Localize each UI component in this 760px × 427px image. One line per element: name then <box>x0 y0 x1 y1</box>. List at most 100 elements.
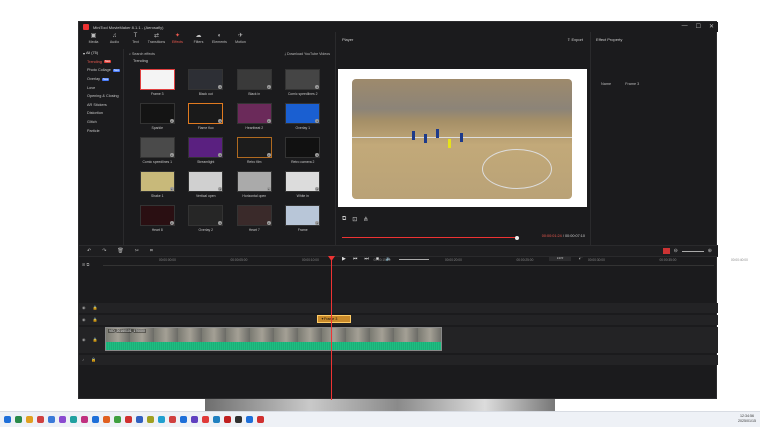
export-button[interactable]: ⇪ Export <box>567 37 583 42</box>
crop-tool-icon[interactable]: ⌗ <box>150 248 153 254</box>
playhead[interactable] <box>331 258 332 400</box>
effect-item[interactable]: + Flame fluo <box>182 103 231 136</box>
close-icon[interactable]: ✕ <box>709 23 714 30</box>
track-eye-icon[interactable]: ◉ <box>82 317 86 322</box>
taskbar-app-icon[interactable] <box>224 416 231 423</box>
effect-item[interactable]: + Black out <box>182 69 231 102</box>
category-trending[interactable]: Trending New <box>79 58 123 67</box>
effect-item[interactable]: + Comic speedlines 2 <box>279 69 328 102</box>
add-effect-icon[interactable]: + <box>169 153 174 157</box>
category-particle[interactable]: Particle <box>79 126 123 135</box>
toolbar-motion[interactable]: ✈ Motion <box>230 32 251 49</box>
category-ar-stickers[interactable]: AR Stickers <box>79 101 123 110</box>
toolbar-transitions[interactable]: ⇄ Transitions <box>146 32 167 49</box>
add-effect-icon[interactable]: + <box>266 221 271 225</box>
taskbar-app-icon[interactable] <box>213 416 220 423</box>
minimize-icon[interactable]: — <box>682 23 688 30</box>
effect-item[interactable]: + Streamlight <box>182 137 231 170</box>
category-opening-closing[interactable]: Opening & Closing <box>79 92 123 101</box>
add-effect-icon[interactable]: + <box>218 119 223 123</box>
undo-icon[interactable]: ↶ <box>87 248 91 254</box>
track-lock-icon[interactable]: 🔒 <box>93 317 98 322</box>
toolbar-text[interactable]: T Text <box>125 32 146 49</box>
track-add-icon[interactable]: ⊞ ⧉ <box>82 262 89 267</box>
add-effect-icon[interactable]: + <box>315 187 320 191</box>
effect-item[interactable]: + Overlay 2 <box>182 205 231 238</box>
add-effect-icon[interactable]: + <box>315 85 320 89</box>
effect-item[interactable]: + Heart 7 <box>230 205 279 238</box>
toolbar-audio[interactable]: ♫ Audio <box>104 32 125 49</box>
effect-item[interactable]: + Horizontal open <box>230 171 279 204</box>
playback-progress[interactable] <box>342 235 519 240</box>
taskbar-app-icon[interactable] <box>257 416 264 423</box>
toolbar-elements[interactable]: ◐ Elements <box>209 32 230 49</box>
add-effect-icon[interactable]: + <box>266 153 271 157</box>
effect-item[interactable]: + Black in <box>230 69 279 102</box>
effect-item[interactable]: + Heart 8 <box>133 205 182 238</box>
taskbar-app-icon[interactable] <box>246 416 253 423</box>
maximize-icon[interactable]: ☐ <box>696 23 701 30</box>
taskbar-app-icon[interactable] <box>92 416 99 423</box>
taskbar-app-icon[interactable] <box>202 416 209 423</box>
taskbar-app-icon[interactable] <box>125 416 132 423</box>
track-lock-icon[interactable]: 🔒 <box>93 337 98 342</box>
taskbar-app-icon[interactable] <box>191 416 198 423</box>
zoom-in-icon[interactable]: ⊕ <box>708 248 712 254</box>
taskbar-app-icon[interactable] <box>37 416 44 423</box>
track-eye-icon[interactable]: ◉ <box>82 337 86 342</box>
track-lock-icon[interactable]: 🔒 <box>93 305 98 310</box>
toolbar-media[interactable]: ▣ Media <box>83 32 104 49</box>
effect-item[interactable]: + Heartbeat 2 <box>230 103 279 136</box>
add-effect-icon[interactable]: + <box>218 85 223 89</box>
effect-item[interactable]: + Frame <box>279 205 328 238</box>
add-effect-icon[interactable]: + <box>315 153 320 157</box>
redo-icon[interactable]: ↷ <box>102 248 106 254</box>
fit-timeline-icon[interactable] <box>662 248 670 254</box>
delete-icon[interactable]: 🗑 <box>117 248 123 254</box>
taskbar-app-icon[interactable] <box>70 416 77 423</box>
taskbar-app-icon[interactable] <box>147 416 154 423</box>
toolbar-effects[interactable]: ✦ Effects <box>167 32 188 49</box>
taskbar-app-icon[interactable] <box>235 416 242 423</box>
taskbar-app-icon[interactable] <box>114 416 121 423</box>
category-love[interactable]: Love <box>79 83 123 92</box>
taskbar-app-icon[interactable] <box>26 416 33 423</box>
add-effect-icon[interactable]: + <box>218 187 223 191</box>
taskbar-app-icon[interactable] <box>136 416 143 423</box>
taskbar-app-icon[interactable] <box>4 416 11 423</box>
search-effects[interactable]: ⌕ Search effects <box>129 52 155 56</box>
add-effect-icon[interactable]: + <box>218 153 223 157</box>
effect-item[interactable]: + White in <box>279 171 328 204</box>
effect-item[interactable]: + Shake 1 <box>133 171 182 204</box>
track-lock-icon[interactable]: 🔒 <box>91 357 96 362</box>
taskbar-app-icon[interactable] <box>158 416 165 423</box>
effect-item[interactable]: + Retro film <box>230 137 279 170</box>
zoom-slider[interactable] <box>681 250 704 252</box>
add-effect-icon[interactable]: + <box>266 187 271 191</box>
taskbar-app-icon[interactable] <box>59 416 66 423</box>
effect-item[interactable]: + Retro camera 2 <box>279 137 328 170</box>
crop-icon[interactable]: ⊡ <box>352 216 357 223</box>
system-clock[interactable]: 12:34:56 2025/01/15 <box>738 414 756 424</box>
effect-clip[interactable]: ✦ Frame 3 <box>317 315 351 323</box>
effect-item[interactable]: + Vertical open <box>182 171 231 204</box>
add-effect-icon[interactable]: + <box>169 119 174 123</box>
taskbar-app-icon[interactable] <box>169 416 176 423</box>
taskbar-app-icon[interactable] <box>15 416 22 423</box>
category-glitch[interactable]: Glitch <box>79 118 123 127</box>
split-icon[interactable]: ✂ <box>135 248 139 254</box>
effect-item[interactable]: Frame 3 <box>133 69 182 102</box>
category-all[interactable]: ▾ All (75) <box>79 49 123 58</box>
category-overlay[interactable]: Overlay New <box>79 75 123 84</box>
add-effect-icon[interactable]: + <box>218 221 223 225</box>
share-icon[interactable]: ⋔ <box>363 216 368 223</box>
zoom-out-icon[interactable]: ⊖ <box>674 248 678 254</box>
add-effect-icon[interactable]: + <box>315 119 320 123</box>
add-effect-icon[interactable]: + <box>266 119 271 123</box>
effect-item[interactable]: + Comic speedlines 1 <box>133 137 182 170</box>
taskbar-app-icon[interactable] <box>180 416 187 423</box>
add-effect-icon[interactable]: + <box>169 187 174 191</box>
download-youtube-link[interactable]: ⤓ Download YouTube Videos <box>284 52 330 56</box>
add-effect-icon[interactable]: + <box>266 85 271 89</box>
snapshot-icon[interactable]: ⧉ <box>342 216 346 223</box>
